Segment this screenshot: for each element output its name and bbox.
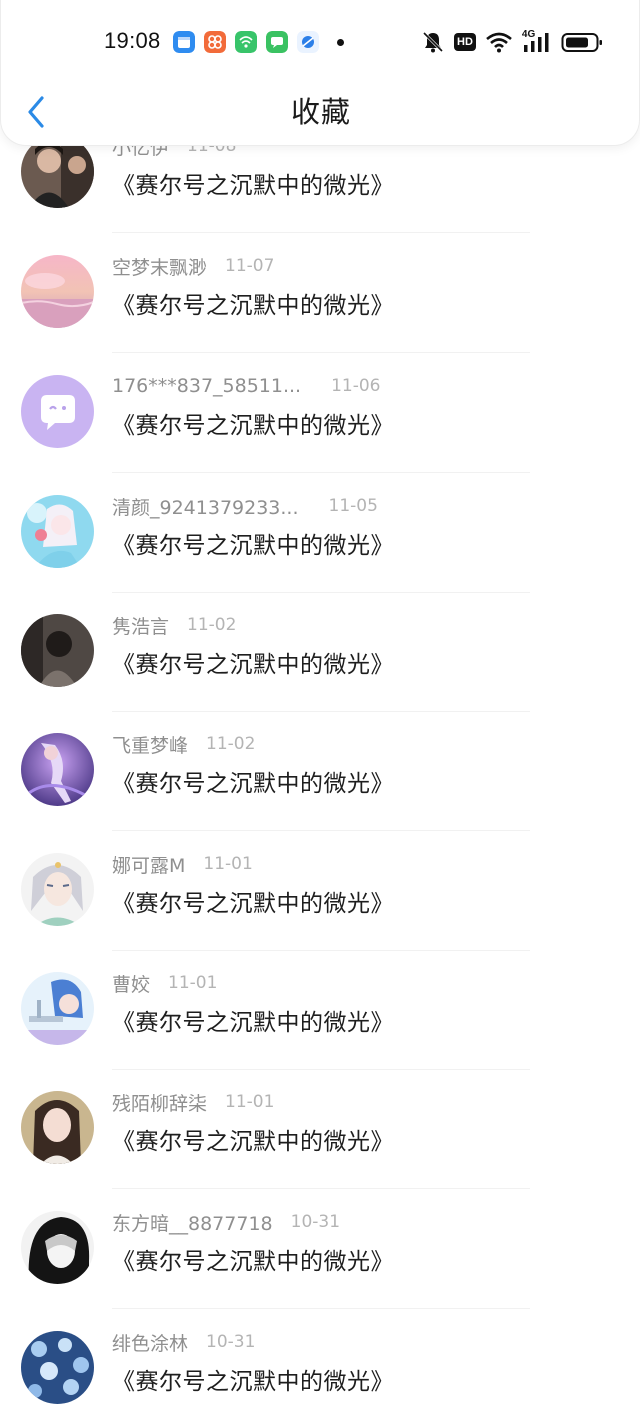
notification-icons <box>173 31 344 53</box>
browser-app-icon <box>297 31 319 53</box>
username[interactable]: 绯色涂林 <box>112 1329 188 1356</box>
username[interactable]: 飞重梦峰 <box>112 731 188 758</box>
favorite-date: 11-05 <box>328 496 378 516</box>
user-avatar[interactable] <box>21 1091 94 1164</box>
user-avatar[interactable] <box>21 1211 94 1284</box>
wifi-share-app-icon <box>235 31 257 53</box>
avatar-photo-icon <box>21 1091 94 1164</box>
work-title[interactable]: 《赛尔号之沉默中的微光》 <box>112 763 394 799</box>
item-meta: 娜可露M 11-01 <box>112 849 253 879</box>
item-meta: 残陌柳辞柒 11-01 <box>112 1087 274 1117</box>
work-title[interactable]: 《赛尔号之沉默中的微光》 <box>112 1241 394 1277</box>
username[interactable]: 娜可露M <box>112 851 185 878</box>
avatar-anime-girl-icon <box>21 495 94 568</box>
favorite-date: 11-01 <box>225 1092 275 1112</box>
favorite-date: 11-02 <box>206 734 256 754</box>
list-item[interactable]: 飞重梦峰 11-02 《赛尔号之沉默中的微光》 <box>0 711 640 831</box>
calendar-app-icon <box>173 31 195 53</box>
favorite-date: 10-31 <box>206 1332 256 1352</box>
mute-icon <box>422 31 444 53</box>
list-item[interactable]: 隽浩言 11-02 《赛尔号之沉默中的微光》 <box>0 592 640 712</box>
list-item[interactable]: 东方暗__8877718 10-31 《赛尔号之沉默中的微光》 <box>0 1189 640 1309</box>
app-header: 19:08 HD 4G 收藏 <box>0 0 640 146</box>
list-item[interactable]: 清颜_9241379233... 11-05 《赛尔号之沉默中的微光》 <box>0 473 640 593</box>
avatar-sunset-sea-icon <box>21 255 94 328</box>
avatar-anime-character-icon <box>21 972 94 1045</box>
work-title[interactable]: 《赛尔号之沉默中的微光》 <box>112 1361 394 1397</box>
list-item[interactable]: 残陌柳辞柒 11-01 《赛尔号之沉默中的微光》 <box>0 1069 640 1189</box>
work-title[interactable]: 《赛尔号之沉默中的微光》 <box>112 644 394 680</box>
messages-app-icon <box>266 31 288 53</box>
favorite-date: 11-01 <box>168 973 218 993</box>
work-title[interactable]: 《赛尔号之沉默中的微光》 <box>112 165 394 201</box>
page-title: 收藏 <box>290 95 351 129</box>
list-item[interactable]: 空梦末飘渺 11-07 《赛尔号之沉默中的微光》 <box>0 233 640 353</box>
user-avatar[interactable] <box>21 255 94 328</box>
work-title[interactable]: 《赛尔号之沉默中的微光》 <box>112 1121 394 1157</box>
list-item[interactable]: 176***837_58511... 11-06 《赛尔号之沉默中的微光》 <box>0 353 640 473</box>
item-meta: 空梦末飘渺 11-07 <box>112 251 274 281</box>
status-bar: 19:08 HD 4G <box>1 24 640 62</box>
cellular-signal-icon: 4G <box>522 30 552 54</box>
item-meta: 东方暗__8877718 10-31 <box>112 1207 340 1237</box>
work-title[interactable]: 《赛尔号之沉默中的微光》 <box>112 405 394 441</box>
work-title[interactable]: 《赛尔号之沉默中的微光》 <box>112 525 394 561</box>
favorites-screen: 小亿伊 11-08 《赛尔号之沉默中的微光》 空梦末飘渺 11-07 《赛尔号之… <box>0 0 640 1422</box>
work-title[interactable]: 《赛尔号之沉默中的微光》 <box>112 883 394 919</box>
system-icons: HD 4G <box>421 30 603 54</box>
username[interactable]: 空梦末飘渺 <box>112 253 207 280</box>
item-meta: 隽浩言 11-02 <box>112 610 236 640</box>
username[interactable]: 隽浩言 <box>112 612 169 639</box>
item-meta: 飞重梦峰 11-02 <box>112 729 255 759</box>
favorite-date: 11-06 <box>331 376 381 396</box>
favorite-date: 11-01 <box>203 854 253 874</box>
item-meta: 176***837_58511... 11-06 <box>112 371 381 401</box>
username[interactable]: 曹姣 <box>112 970 150 997</box>
app-store-icon <box>204 31 226 53</box>
user-avatar[interactable] <box>21 853 94 926</box>
avatar-hooded-character-icon <box>21 1211 94 1284</box>
signal-bars-icon <box>523 33 549 52</box>
item-meta: 绯色涂林 10-31 <box>112 1327 255 1357</box>
work-title[interactable]: 《赛尔号之沉默中的微光》 <box>112 1002 394 1038</box>
user-avatar[interactable] <box>21 1331 94 1404</box>
user-avatar[interactable] <box>21 614 94 687</box>
work-title[interactable]: 《赛尔号之沉默中的微光》 <box>112 285 394 321</box>
username[interactable]: 东方暗__8877718 <box>112 1209 273 1236</box>
item-meta: 曹姣 11-01 <box>112 968 217 998</box>
user-avatar[interactable] <box>21 375 94 448</box>
username[interactable]: 残陌柳辞柒 <box>112 1089 207 1116</box>
favorite-date: 11-07 <box>225 256 275 276</box>
list-item[interactable]: 曹姣 11-01 《赛尔号之沉默中的微光》 <box>0 950 640 1070</box>
status-time: 19:08 <box>104 28 161 53</box>
user-avatar[interactable] <box>21 733 94 806</box>
username[interactable]: 清颜_9241379233... <box>112 493 299 520</box>
nav-bar: 收藏 <box>1 86 640 138</box>
more-notifications-dot <box>337 38 344 46</box>
avatar-chat-bubble-icon <box>21 375 94 448</box>
item-meta: 清颜_9241379233... 11-05 <box>112 491 378 521</box>
avatar-anime-boy-icon <box>21 853 94 926</box>
favorite-date: 11-02 <box>187 615 237 635</box>
battery-icon <box>561 33 602 52</box>
hd-icon: HD <box>454 33 476 51</box>
user-avatar[interactable] <box>21 495 94 568</box>
username[interactable]: 176***837_58511... <box>112 375 301 397</box>
wifi-icon <box>486 32 512 53</box>
avatar-game-character-icon <box>21 733 94 806</box>
avatar-jellyfish-icon <box>21 1331 94 1404</box>
list-item[interactable]: 绯色涂林 10-31 《赛尔号之沉默中的微光》 <box>0 1309 640 1422</box>
favorite-date: 10-31 <box>290 1212 341 1232</box>
list-item[interactable]: 娜可露M 11-01 《赛尔号之沉默中的微光》 <box>0 831 640 951</box>
avatar-photo-icon <box>21 614 94 687</box>
user-avatar[interactable] <box>21 972 94 1045</box>
